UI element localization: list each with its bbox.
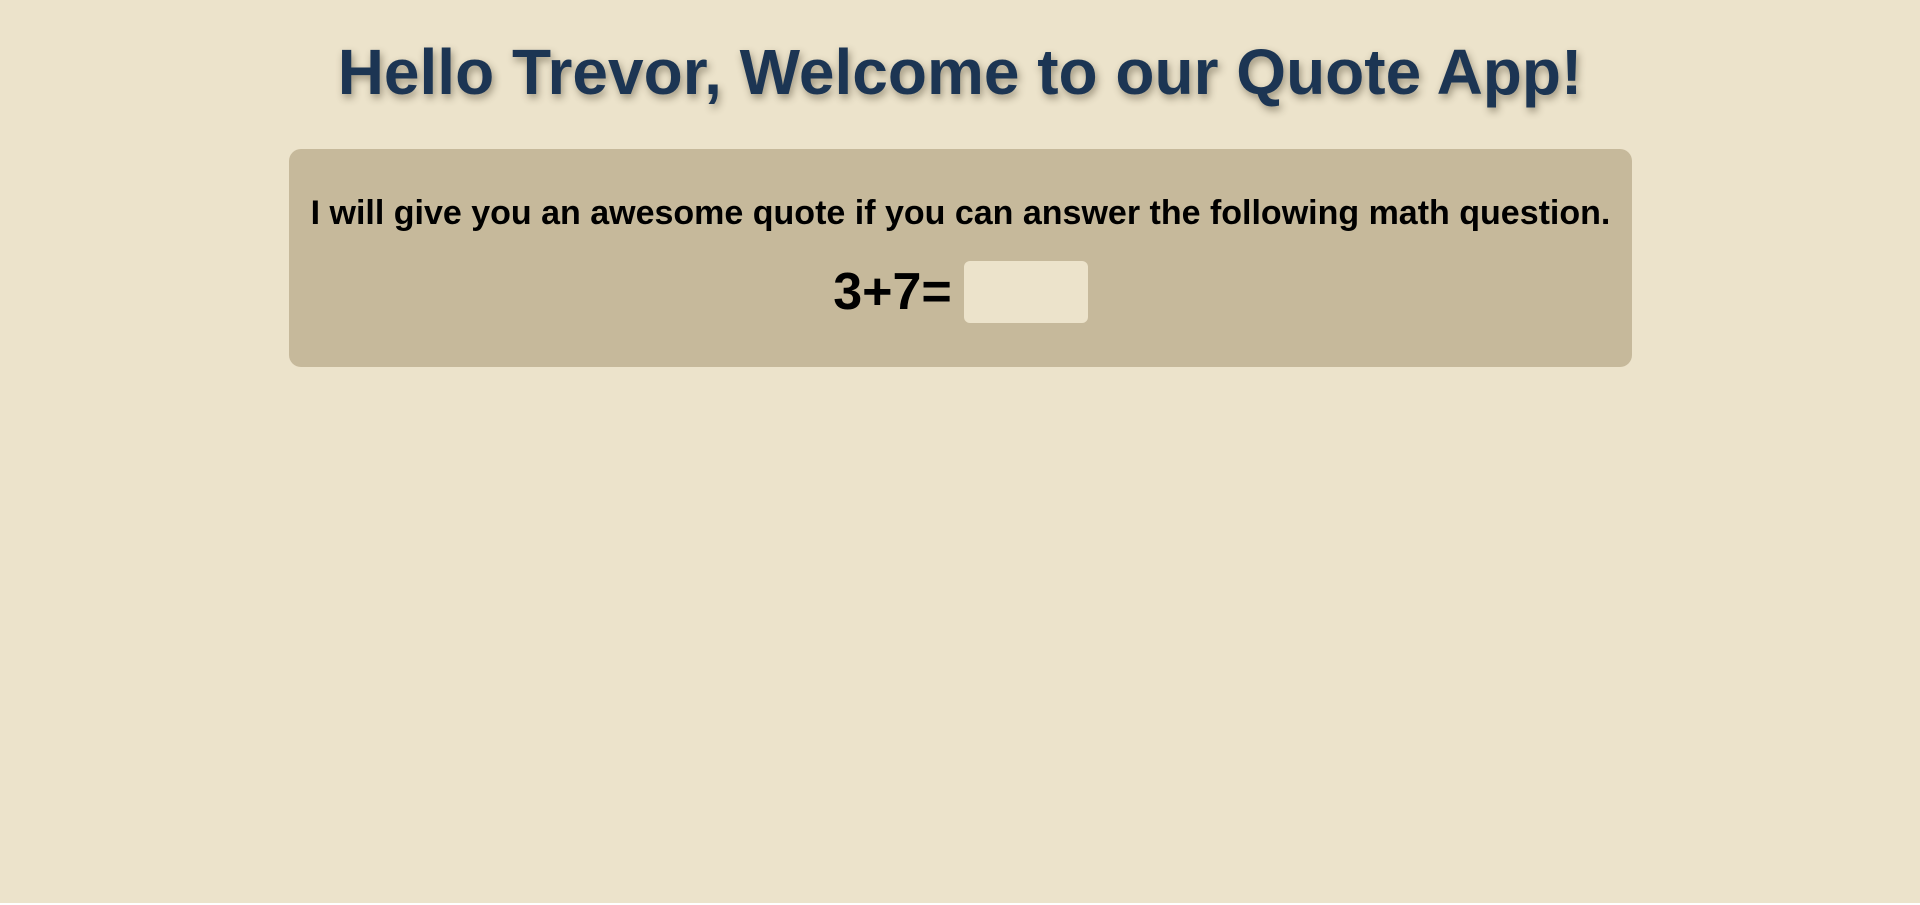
math-equation: 3+7= (833, 263, 952, 321)
page-title: Hello Trevor, Welcome to our Quote App! (337, 36, 1583, 108)
quiz-panel: I will give you an awesome quote if you … (289, 149, 1632, 367)
page: Hello Trevor, Welcome to our Quote App! … (0, 0, 1920, 905)
question-row: 3+7= (289, 261, 1632, 323)
answer-input[interactable] (963, 261, 1088, 323)
quiz-intro-text: I will give you an awesome quote if you … (310, 194, 1611, 232)
